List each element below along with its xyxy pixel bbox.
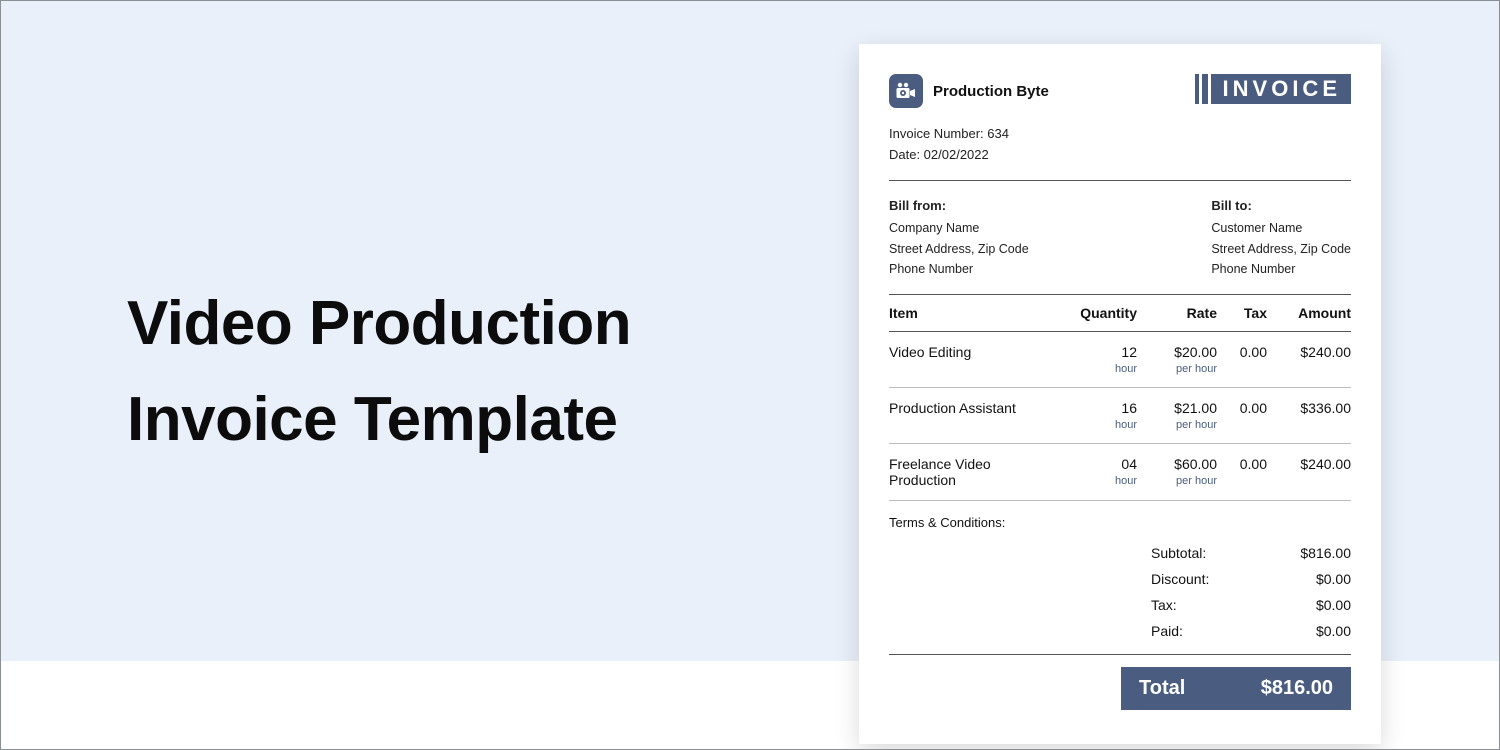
- rate-value: $20.00: [1137, 344, 1217, 360]
- cell-item: Freelance Video Production: [889, 456, 1059, 488]
- cell-rate: $20.00 per hour: [1137, 344, 1217, 375]
- col-amount: Amount: [1267, 305, 1351, 321]
- cell-qty: 16 hour: [1059, 400, 1137, 431]
- cell-item: Video Editing: [889, 344, 1059, 360]
- subtotal-value: $816.00: [1300, 545, 1351, 561]
- qty-unit: hour: [1059, 363, 1137, 375]
- rate-value: $21.00: [1137, 400, 1217, 416]
- cell-amount: $240.00: [1267, 344, 1351, 360]
- paid-label: Paid:: [1151, 623, 1183, 639]
- brand: Production Byte: [889, 74, 1049, 108]
- bill-to-line: Phone Number: [1211, 259, 1351, 280]
- headline-line-2: Invoice Template: [127, 385, 617, 454]
- grand-total-label: Total: [1139, 677, 1185, 700]
- discount-label: Discount:: [1151, 571, 1209, 587]
- col-tax: Tax: [1217, 305, 1267, 321]
- qty-unit: hour: [1059, 475, 1137, 487]
- subtotal-line: Subtotal: $816.00: [1151, 540, 1351, 566]
- rate-value: $60.00: [1137, 456, 1217, 472]
- col-rate: Rate: [1137, 305, 1217, 321]
- invoice-badge: INVOICE: [1195, 74, 1351, 104]
- qty-unit: hour: [1059, 419, 1137, 431]
- grand-total-value: $816.00: [1261, 677, 1333, 700]
- subtotal-label: Subtotal:: [1151, 545, 1206, 561]
- cell-amount: $336.00: [1267, 400, 1351, 416]
- bill-from-heading: Bill from:: [889, 195, 1029, 216]
- cell-rate: $21.00 per hour: [1137, 400, 1217, 431]
- bill-to-heading: Bill to:: [1211, 195, 1351, 216]
- table-row: Video Editing 12 hour $20.00 per hour 0.…: [889, 332, 1351, 388]
- bill-from-line: Company Name: [889, 218, 1029, 239]
- col-item: Item: [889, 305, 1059, 321]
- invoice-meta: Invoice Number: 634 Date: 02/02/2022: [889, 124, 1351, 166]
- discount-line: Discount: $0.00: [1151, 566, 1351, 592]
- cell-qty: 12 hour: [1059, 344, 1137, 375]
- video-camera-icon: [889, 74, 923, 108]
- bill-row: Bill from: Company Name Street Address, …: [889, 181, 1351, 294]
- bill-to-line: Customer Name: [1211, 218, 1351, 239]
- cell-tax: 0.00: [1217, 344, 1267, 360]
- invoice-badge-label: INVOICE: [1211, 74, 1351, 104]
- invoice-header: Production Byte INVOICE: [889, 74, 1351, 108]
- qty-value: 16: [1059, 400, 1137, 416]
- badge-stripe: [1195, 74, 1199, 104]
- table-header: Item Quantity Rate Tax Amount: [889, 295, 1351, 331]
- bill-from-line: Phone Number: [889, 259, 1029, 280]
- cell-tax: 0.00: [1217, 456, 1267, 472]
- totals-block: Subtotal: $816.00 Discount: $0.00 Tax: $…: [1151, 540, 1351, 644]
- bill-to: Bill to: Customer Name Street Address, Z…: [1211, 195, 1351, 280]
- rate-unit: per hour: [1137, 363, 1217, 375]
- bill-to-line: Street Address, Zip Code: [1211, 239, 1351, 260]
- brand-name: Production Byte: [933, 83, 1049, 100]
- badge-stripe: [1202, 74, 1208, 104]
- cell-amount: $240.00: [1267, 456, 1351, 472]
- qty-value: 04: [1059, 456, 1137, 472]
- divider: [889, 654, 1351, 655]
- invoice-date: Date: 02/02/2022: [889, 145, 1351, 166]
- cell-item: Production Assistant: [889, 400, 1059, 416]
- terms-label: Terms & Conditions:: [889, 501, 1351, 540]
- tax-label: Tax:: [1151, 597, 1177, 613]
- paid-value: $0.00: [1316, 623, 1351, 639]
- page-title: Video Production Invoice Template: [127, 276, 777, 468]
- rate-unit: per hour: [1137, 475, 1217, 487]
- bill-from-line: Street Address, Zip Code: [889, 239, 1029, 260]
- cell-tax: 0.00: [1217, 400, 1267, 416]
- table-row: Freelance Video Production 04 hour $60.0…: [889, 444, 1351, 501]
- paid-line: Paid: $0.00: [1151, 618, 1351, 644]
- cell-qty: 04 hour: [1059, 456, 1137, 487]
- invoice-card: Production Byte INVOICE Invoice Number: …: [859, 44, 1381, 744]
- template-frame: Video Production Invoice Template Produc…: [0, 0, 1500, 750]
- grand-total: Total $816.00: [1121, 667, 1351, 710]
- qty-value: 12: [1059, 344, 1137, 360]
- tax-line: Tax: $0.00: [1151, 592, 1351, 618]
- table-row: Production Assistant 16 hour $21.00 per …: [889, 388, 1351, 444]
- rate-unit: per hour: [1137, 419, 1217, 431]
- col-quantity: Quantity: [1059, 305, 1137, 321]
- tax-value: $0.00: [1316, 597, 1351, 613]
- cell-rate: $60.00 per hour: [1137, 456, 1217, 487]
- discount-value: $0.00: [1316, 571, 1351, 587]
- invoice-number: Invoice Number: 634: [889, 124, 1351, 145]
- headline-line-1: Video Production: [127, 289, 631, 358]
- bill-from: Bill from: Company Name Street Address, …: [889, 195, 1029, 280]
